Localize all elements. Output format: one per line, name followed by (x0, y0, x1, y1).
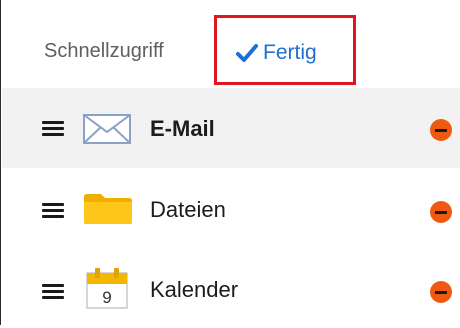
drag-handle-icon[interactable] (42, 284, 64, 300)
drag-handle-icon[interactable] (42, 121, 64, 137)
folder-icon (84, 194, 132, 224)
envelope-icon (83, 114, 131, 144)
checkmark-icon (236, 44, 258, 62)
list-item-label: Dateien (150, 197, 226, 222)
done-button-label: Fertig (263, 41, 317, 64)
remove-icon[interactable] (430, 281, 452, 303)
done-button[interactable]: Fertig (214, 15, 356, 85)
list-item-files[interactable]: Dateien (2, 168, 460, 248)
list-item-label: Kalender (150, 277, 239, 302)
drag-handle-icon[interactable] (42, 203, 64, 219)
list-item-label: E-Mail (150, 116, 215, 141)
calendar-day-number: 9 (102, 288, 111, 307)
calendar-icon: 9 (86, 268, 128, 309)
quick-access-panel: Schnellzugriff Fertig E-Mail Dateien 9 K… (0, 0, 460, 325)
done-button-content: Fertig (236, 41, 317, 65)
panel-header: Schnellzugriff Fertig (2, 0, 460, 88)
remove-icon[interactable] (430, 119, 452, 141)
list-item-calendar[interactable]: 9 Kalender (2, 248, 460, 328)
panel-title: Schnellzugriff (44, 40, 164, 62)
list-item-email[interactable]: E-Mail (2, 88, 460, 168)
remove-icon[interactable] (430, 201, 452, 223)
